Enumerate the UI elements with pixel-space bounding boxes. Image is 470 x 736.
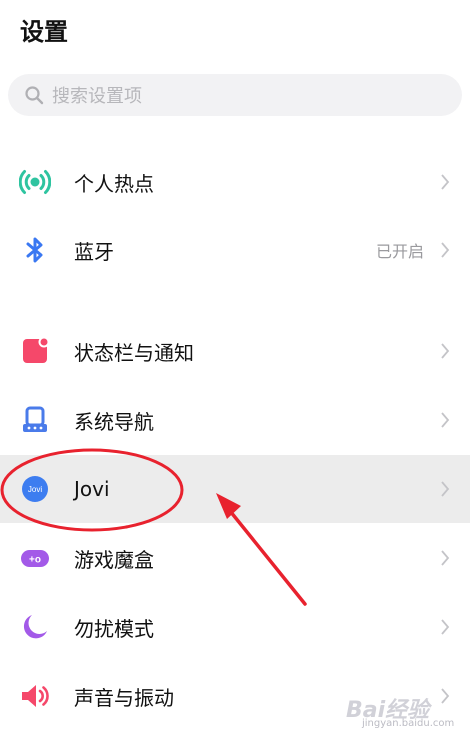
settings-item-label: 个人热点 <box>74 171 154 196</box>
bluetooth-icon <box>19 234 51 266</box>
settings-item-bluetooth[interactable]: 蓝牙 已开启 <box>0 216 470 284</box>
game-box-icon: +o <box>19 542 51 574</box>
settings-item-label: 游戏魔盒 <box>74 547 154 572</box>
settings-item-label: Jovi <box>74 477 110 501</box>
settings-item-game-box[interactable]: +o 游戏魔盒 <box>0 524 470 592</box>
chevron-right-icon <box>441 481 450 497</box>
search-input[interactable]: 搜索设置项 <box>8 74 462 116</box>
jovi-icon-text: Jovi <box>28 485 42 494</box>
speaker-icon <box>19 680 51 712</box>
chevron-right-icon <box>441 550 450 566</box>
settings-item-hotspot[interactable]: 个人热点 <box>0 148 470 216</box>
settings-item-label: 状态栏与通知 <box>74 340 194 365</box>
hotspot-icon <box>19 166 51 198</box>
search-icon <box>25 86 44 105</box>
settings-item-navigation[interactable]: 系统导航 <box>0 386 470 454</box>
settings-item-label: 勿扰模式 <box>74 616 154 641</box>
settings-item-label: 声音与振动 <box>74 685 174 710</box>
page-title: 设置 <box>20 18 68 46</box>
notification-icon <box>19 335 51 367</box>
chevron-right-icon <box>441 174 450 190</box>
search-placeholder: 搜索设置项 <box>52 86 142 107</box>
chevron-right-icon <box>441 242 450 258</box>
chevron-right-icon <box>441 619 450 635</box>
settings-item-status-bar[interactable]: 状态栏与通知 <box>0 317 470 385</box>
navigation-icon <box>19 404 51 436</box>
bluetooth-status: 已开启 <box>375 242 424 261</box>
chevron-right-icon <box>441 412 450 428</box>
watermark: Bai经验 jingyan.baidu.com <box>346 692 466 732</box>
settings-item-label: 系统导航 <box>74 409 154 434</box>
settings-item-label: 蓝牙 <box>74 239 114 264</box>
settings-item-dnd[interactable]: 勿扰模式 <box>0 593 470 661</box>
game-box-icon-text: +o <box>29 555 41 566</box>
moon-icon <box>19 611 51 643</box>
jovi-icon: Jovi <box>19 473 51 505</box>
chevron-right-icon <box>441 343 450 359</box>
watermark-url: jingyan.baidu.com <box>362 718 455 729</box>
settings-item-jovi[interactable]: Jovi Jovi <box>0 455 470 523</box>
